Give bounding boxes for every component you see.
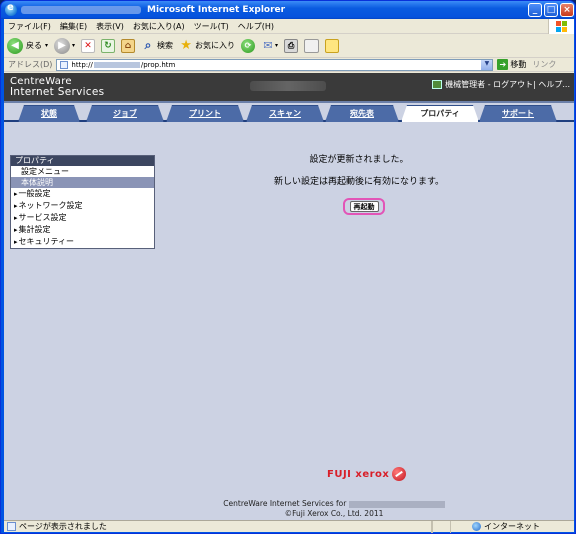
- tab-status[interactable]: 状態: [18, 105, 80, 122]
- user-links[interactable]: 機械管理者 - ログアウト| ヘルプ...: [445, 79, 570, 90]
- tab-jobs[interactable]: ジョブ: [86, 105, 164, 122]
- go-button[interactable]: ➔ 移動: [497, 59, 526, 70]
- chevron-down-icon[interactable]: ▼: [481, 59, 493, 70]
- history-icon[interactable]: ⟳: [241, 38, 256, 53]
- messenger-icon[interactable]: [325, 38, 340, 53]
- menu-edit[interactable]: 編集(E): [60, 21, 87, 32]
- minimize-button[interactable]: _: [528, 3, 542, 17]
- browser-window: Microsoft Internet Explorer _ □ × ファイル(F…: [0, 0, 576, 534]
- globe-icon: [472, 522, 481, 531]
- user-icon: [432, 80, 443, 89]
- message-updated: 設定が更新されました。: [309, 155, 409, 165]
- sidebar-item-description[interactable]: 本体説明: [11, 177, 154, 188]
- message-restart-required: 新しい設定は再起動後に有効になります。: [273, 177, 445, 187]
- chevron-down-icon[interactable]: ▾: [275, 42, 278, 49]
- back-label: 戻る: [26, 41, 42, 50]
- window-title: Microsoft Internet Explorer: [147, 5, 286, 15]
- search-button[interactable]: ⌕ 検索: [141, 38, 174, 53]
- home-icon[interactable]: ⌂: [121, 38, 136, 53]
- security-zone: インターネット: [472, 521, 540, 532]
- tab-support[interactable]: サポート: [479, 105, 557, 122]
- close-button[interactable]: ×: [560, 3, 574, 17]
- user-menu[interactable]: 機械管理者 - ログアウト| ヘルプ...: [432, 79, 570, 90]
- menu-file[interactable]: ファイル(F): [8, 21, 51, 32]
- centreware-logo: CentreWare Internet Services: [10, 76, 104, 98]
- footer-copyright: ©Fuji Xerox Co., Ltd. 2011: [284, 509, 384, 518]
- refresh-icon[interactable]: ↻: [101, 38, 116, 53]
- sidebar-item-accounting[interactable]: 集計設定: [11, 224, 154, 236]
- status-text: ページが表示されました: [19, 522, 107, 531]
- sidebar-item-general[interactable]: 一般設定: [11, 188, 154, 200]
- xerox-ball-icon: [392, 467, 407, 481]
- sidebar-item-settings-menu[interactable]: 設定メニュー: [11, 166, 154, 177]
- zone-label: インターネット: [484, 522, 540, 531]
- fuji-xerox-logo: FUJI xerox: [327, 467, 407, 481]
- menu-bar: ファイル(F) 編集(E) 表示(V) お気に入り(A) ツール(T) ヘルプ(…: [4, 19, 574, 34]
- search-label: 検索: [157, 41, 174, 50]
- address-bar: アドレス(D) http:// /prop.htm ▼ ➔ 移動 リンク: [4, 58, 574, 72]
- forward-arrow-icon: ▶: [54, 37, 71, 54]
- footer-line1: CentreWare Internet Services for: [223, 499, 347, 508]
- address-label: アドレス(D): [8, 60, 53, 69]
- sidebar-item-network[interactable]: ネットワーク設定: [11, 200, 154, 212]
- maximize-button[interactable]: □: [544, 3, 558, 17]
- search-icon: ⌕: [144, 38, 152, 52]
- blurred-page-title: [21, 6, 141, 14]
- footer: CentreWare Internet Services for ©Fuji X…: [184, 499, 484, 519]
- tab-bar: 状態 ジョブ プリント スキャン 宛先表 プロパティ サポート: [4, 103, 574, 122]
- favorites-button[interactable]: ★ お気に入り: [179, 38, 236, 53]
- stop-icon[interactable]: ✕: [81, 38, 96, 53]
- tab-address-book[interactable]: 宛先表: [325, 105, 399, 122]
- chevron-down-icon[interactable]: ▾: [72, 42, 75, 49]
- reboot-highlight: 再起動: [343, 198, 385, 215]
- blurred-host: [93, 61, 140, 68]
- url-prefix: http://: [71, 60, 93, 69]
- links-button[interactable]: リンク: [532, 59, 556, 70]
- tab-print[interactable]: プリント: [166, 105, 244, 122]
- go-arrow-icon: ➔: [497, 59, 509, 70]
- favorites-label: お気に入り: [195, 41, 236, 50]
- menu-view[interactable]: 表示(V): [96, 21, 124, 32]
- blurred-product: [348, 500, 445, 508]
- sidebar-item-services[interactable]: サービス設定: [11, 212, 154, 224]
- url-suffix: /prop.htm: [140, 60, 176, 69]
- menu-tools[interactable]: ツール(T): [194, 21, 229, 32]
- menu-favorites[interactable]: お気に入り(A): [133, 21, 185, 32]
- page-done-icon: [7, 522, 16, 531]
- title-bar: Microsoft Internet Explorer _ □ ×: [1, 1, 575, 19]
- tab-scan[interactable]: スキャン: [246, 105, 324, 122]
- edit-icon[interactable]: [304, 38, 320, 53]
- logo-line2: Internet Services: [10, 86, 105, 98]
- blurred-model-name: [250, 81, 326, 91]
- internet-explorer-icon: [5, 2, 17, 16]
- page-icon: [60, 60, 69, 69]
- reboot-button[interactable]: 再起動: [349, 201, 379, 212]
- page-content: CentreWare Internet Services 機械管理者 - ログア…: [4, 73, 574, 520]
- status-bar: ページが表示されました インターネット: [4, 520, 574, 533]
- mail-icon[interactable]: ✉: [261, 39, 275, 53]
- menu-help[interactable]: ヘルプ(H): [238, 21, 274, 32]
- chevron-down-icon[interactable]: ▾: [45, 42, 48, 49]
- sidebar-header: プロパティ: [11, 156, 154, 166]
- go-label: 移動: [510, 60, 527, 69]
- forward-button[interactable]: ▶ ▾: [54, 37, 75, 54]
- address-input[interactable]: http:// /prop.htm ▼: [56, 58, 494, 71]
- windows-logo-icon: [548, 19, 574, 34]
- brand-text: FUJI xerox: [327, 468, 390, 480]
- sidebar-item-security[interactable]: セキュリティー: [11, 236, 154, 248]
- back-arrow-icon: ◀: [7, 37, 23, 54]
- star-icon: ★: [180, 38, 192, 53]
- sidebar: プロパティ 設定メニュー 本体説明 一般設定 ネットワーク設定 サービス設定 集…: [10, 155, 155, 249]
- cw-header: CentreWare Internet Services 機械管理者 - ログア…: [4, 73, 574, 103]
- back-button[interactable]: ◀ 戻る ▾: [7, 37, 48, 54]
- status-message: 設定が更新されました。 新しい設定は再起動後に有効になります。: [234, 155, 484, 188]
- toolbar: ◀ 戻る ▾ ▶ ▾ ✕ ↻ ⌂ ⌕ 検索 ★ お気に入り ⟳ ✉ ▾ ⎙: [4, 34, 574, 58]
- tab-properties[interactable]: プロパティ: [401, 105, 479, 122]
- print-icon[interactable]: ⎙: [284, 38, 299, 53]
